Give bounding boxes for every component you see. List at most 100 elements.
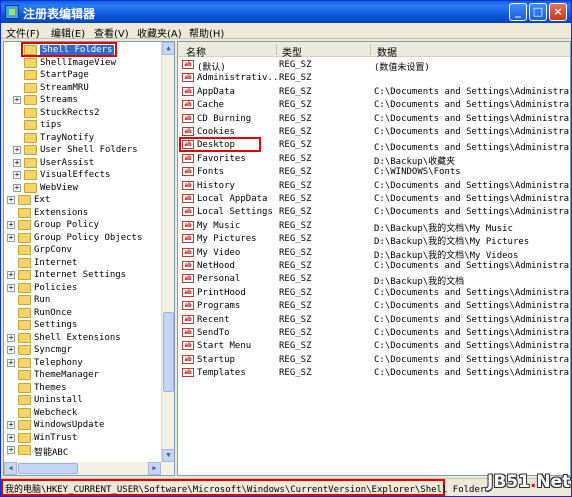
value-row[interactable]: ab Recent REG_SZ C:\Documents and Settings\… xyxy=(178,313,570,326)
value-name: Cache xyxy=(197,100,225,111)
tree-item[interactable]: + Telephony xyxy=(4,357,161,370)
registry-value-list[interactable]: 名称 类型 数据 ab (默认) REG_SZ (数值未设置) ab Administra… xyxy=(177,41,571,476)
tree-item[interactable]: StuckRects2 xyxy=(4,107,161,120)
tree-hscroll-thumb[interactable] xyxy=(18,463,78,474)
tree-item[interactable]: Run xyxy=(4,294,161,307)
tree-item[interactable]: + 智能ABC xyxy=(4,444,161,458)
tree-item[interactable]: + Internet Settings xyxy=(4,269,161,282)
value-row[interactable]: ab Administrativ... REG_SZ xyxy=(178,71,570,84)
menu-favorites[interactable]: 收藏夹(A) xyxy=(137,25,182,40)
tree-item[interactable]: + UserAssist xyxy=(4,157,161,170)
tree-item[interactable]: + Shell Extensions xyxy=(4,332,161,345)
tree-item-label: StreamMRU xyxy=(40,82,89,93)
tree-item[interactable]: GrpConv xyxy=(4,244,161,257)
value-row[interactable]: ab Fonts REG_SZ C:\WINDOWS\Fonts xyxy=(178,165,570,178)
tree-item[interactable]: ThemeManager xyxy=(4,369,161,382)
tree-item[interactable]: + Syncmgr xyxy=(4,344,161,357)
scroll-up-icon[interactable]: ▲ xyxy=(162,42,174,55)
tree-item[interactable]: + Ext xyxy=(4,194,161,207)
tree-item[interactable]: Settings xyxy=(4,319,161,332)
scroll-left-icon[interactable]: ◀ xyxy=(4,462,17,475)
tree-item[interactable]: Themes xyxy=(4,382,161,395)
tree-horizontal-scrollbar[interactable]: ◀ ▶ xyxy=(4,462,174,475)
tree-item[interactable]: StreamMRU xyxy=(4,82,161,95)
expand-plus-icon[interactable]: + xyxy=(7,233,15,242)
value-row[interactable]: ab My Music REG_SZ D:\Backup\我的文档\My Music xyxy=(178,219,570,234)
value-row[interactable]: ab CD Burning REG_SZ C:\Documents and Setti… xyxy=(178,112,570,125)
tree-item[interactable]: + VisualEffects xyxy=(4,169,161,182)
expand-plus-icon[interactable]: + xyxy=(7,346,15,354)
menu-file[interactable]: 文件(F) xyxy=(6,25,40,40)
value-row[interactable]: ab SendTo REG_SZ C:\Documents and Settings\… xyxy=(178,326,570,339)
tree-item[interactable]: tips xyxy=(4,119,161,132)
value-row[interactable]: ab My Pictures REG_SZ D:\Backup\我的文档\My Pic… xyxy=(178,232,570,247)
tree-item[interactable]: + Streams xyxy=(4,94,161,107)
tree-scroll-thumb[interactable] xyxy=(163,312,174,392)
tree-item[interactable]: + WindowsUpdate xyxy=(4,419,161,432)
value-row[interactable]: ab Favorites REG_SZ D:\Backup\收藏夹 xyxy=(178,152,570,167)
value-row[interactable]: ab AppData REG_SZ C:\Documents and Settings… xyxy=(178,85,570,98)
title-bar[interactable]: 注册表编辑器 _ □ × xyxy=(1,1,571,23)
tree-item[interactable]: StartPage xyxy=(4,69,161,82)
value-row[interactable]: ab My Video REG_SZ D:\Backup\我的文档\My Videos xyxy=(178,246,570,261)
column-separator[interactable] xyxy=(276,44,277,55)
value-row[interactable]: ab Templates REG_SZ C:\Documents and Settin… xyxy=(178,366,570,379)
value-row[interactable]: ab Personal REG_SZ D:\Backup\我的文档 xyxy=(178,272,570,287)
tree-item[interactable]: TrayNotify xyxy=(4,132,161,145)
value-row[interactable]: ab Local Settings REG_SZ C:\Documents and S… xyxy=(178,205,570,218)
minimize-button[interactable]: _ xyxy=(509,3,527,21)
expand-plus-icon[interactable]: + xyxy=(13,146,21,154)
registry-key-tree[interactable]: Shell Folders ShellImageView StartPage Stre… xyxy=(3,41,175,476)
close-button[interactable]: × xyxy=(549,3,567,21)
expand-plus-icon[interactable]: + xyxy=(7,421,15,429)
expand-plus-icon[interactable]: + xyxy=(13,158,21,167)
tree-item[interactable]: Extensions xyxy=(4,207,161,220)
expand-plus-icon[interactable]: + xyxy=(13,96,21,104)
expand-plus-icon[interactable]: + xyxy=(7,196,15,204)
tree-item[interactable]: Internet xyxy=(4,257,161,270)
column-name-header[interactable]: 名称 xyxy=(186,44,206,59)
tree-item[interactable]: + Group Policy xyxy=(4,219,161,232)
column-data-header[interactable]: 数据 xyxy=(377,44,397,59)
tree-item[interactable]: + Group Policy Objects xyxy=(4,232,161,245)
expand-plus-icon[interactable]: + xyxy=(7,271,15,279)
tree-item[interactable]: ShellImageView xyxy=(4,57,161,70)
tree-item[interactable]: Uninstall xyxy=(4,394,161,407)
scroll-down-icon[interactable]: ▼ xyxy=(162,449,174,462)
scroll-right-icon[interactable]: ▶ xyxy=(148,462,161,475)
tree-item[interactable]: Webcheck xyxy=(4,407,161,420)
menu-view[interactable]: 查看(V) xyxy=(94,25,129,40)
column-separator[interactable] xyxy=(370,44,371,55)
value-row[interactable]: ab (默认) REG_SZ (数值未设置) xyxy=(178,58,570,73)
maximize-button[interactable]: □ xyxy=(529,3,547,21)
expand-plus-icon[interactable]: + xyxy=(13,171,21,179)
value-row[interactable]: ab Programs REG_SZ C:\Documents and Setting… xyxy=(178,299,570,312)
tree-vertical-scrollbar[interactable]: ▲ ▼ xyxy=(161,42,174,462)
value-row[interactable]: ab Cookies REG_SZ C:\Documents and Settings… xyxy=(178,125,570,138)
value-row[interactable]: ab Startup REG_SZ C:\Documents and Settings… xyxy=(178,353,570,366)
tree-item[interactable]: + WinTrust xyxy=(4,432,161,445)
expand-plus-icon[interactable]: + xyxy=(7,446,15,454)
tree-item[interactable]: + WebView xyxy=(4,182,161,195)
expand-plus-icon[interactable]: + xyxy=(7,283,15,292)
expand-plus-icon[interactable]: + xyxy=(7,333,15,342)
expand-plus-icon[interactable]: + xyxy=(7,221,15,229)
string-value-icon: ab xyxy=(182,314,194,324)
expand-plus-icon[interactable]: + xyxy=(7,358,15,367)
value-row[interactable]: ab History REG_SZ C:\Documents and Settings… xyxy=(178,179,570,192)
value-row[interactable]: ab Desktop REG_SZ C:\Documents and Settings… xyxy=(178,137,570,153)
expand-plus-icon[interactable]: + xyxy=(7,433,15,442)
folder-icon xyxy=(18,282,31,293)
tree-item[interactable]: + Policies xyxy=(4,282,161,295)
column-type-header[interactable]: 类型 xyxy=(282,44,302,59)
expand-plus-icon[interactable]: + xyxy=(13,183,21,192)
value-row[interactable]: ab Start Menu REG_SZ C:\Documents and Setti… xyxy=(178,339,570,352)
tree-item[interactable]: RunOnce xyxy=(4,307,161,320)
value-row[interactable]: ab Cache REG_SZ C:\Documents and Settings\A… xyxy=(178,98,570,111)
tree-item[interactable]: + User Shell Folders xyxy=(4,144,161,157)
menu-edit[interactable]: 编辑(E) xyxy=(51,25,85,40)
value-row[interactable]: ab PrintHood REG_SZ C:\Documents and Settin… xyxy=(178,286,570,299)
menu-help[interactable]: 帮助(H) xyxy=(189,25,224,40)
value-row[interactable]: ab Local AppData REG_SZ C:\Documents and Se… xyxy=(178,192,570,205)
value-row[interactable]: ab NetHood REG_SZ C:\Documents and Settings… xyxy=(178,259,570,272)
